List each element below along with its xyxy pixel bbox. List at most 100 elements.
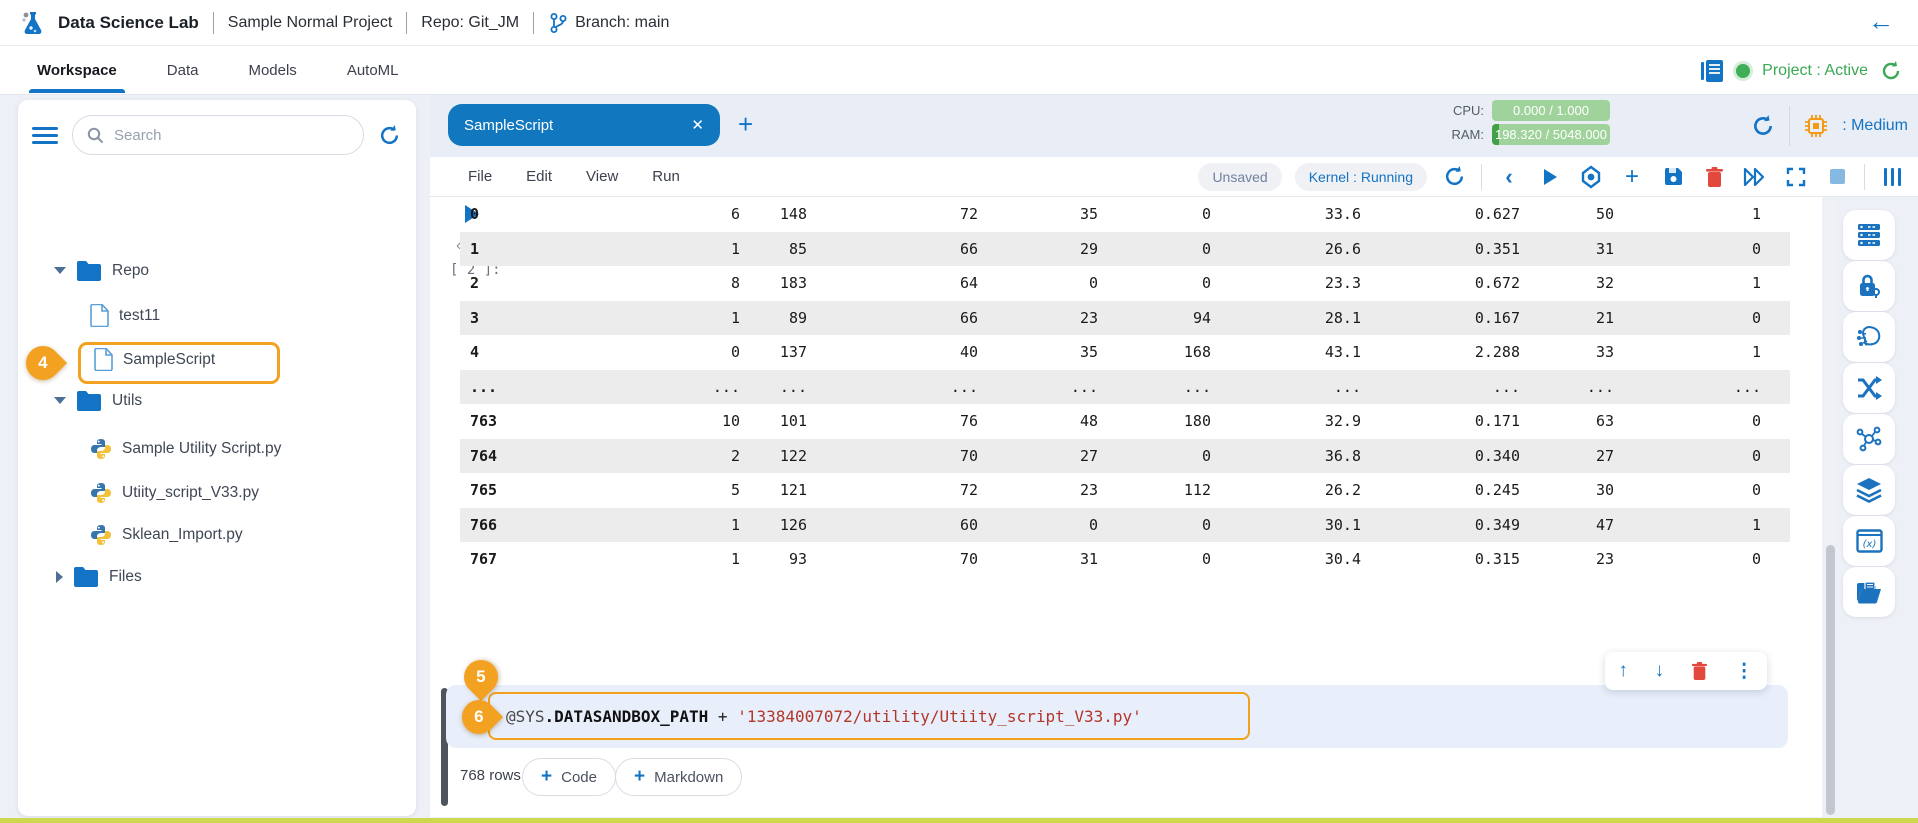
- table-cell: 0.340: [1361, 447, 1520, 465]
- code-highlight-box[interactable]: @SYS.DATASANDBOX_PATH + '13384007072/uti…: [488, 692, 1250, 740]
- nav-tab-data[interactable]: Data: [165, 48, 201, 93]
- tab-samplescript[interactable]: SampleScript ✕: [448, 104, 720, 146]
- network-graph-icon[interactable]: [1843, 414, 1895, 464]
- tree-file-test11[interactable]: test11: [90, 304, 160, 327]
- caret-right-icon[interactable]: [56, 571, 63, 583]
- tree-folder-files[interactable]: Files: [56, 566, 142, 587]
- kernel-status-badge[interactable]: Kernel : Running: [1295, 163, 1427, 191]
- server-rack-icon[interactable]: [1843, 210, 1895, 260]
- lock-key-icon[interactable]: [1843, 261, 1895, 311]
- resources-refresh-icon[interactable]: [1751, 114, 1775, 138]
- code-line[interactable]: @SYS.DATASANDBOX_PATH + '13384007072/uti…: [506, 707, 1142, 726]
- table-cell: 0: [1614, 447, 1761, 465]
- table-cell: 0: [1098, 240, 1211, 258]
- search-input[interactable]: [114, 127, 334, 144]
- tree-file-samplescript[interactable]: SampleScript: [94, 348, 215, 371]
- scrollbar-thumb[interactable]: [1826, 545, 1835, 815]
- table-cell: 35: [978, 343, 1098, 361]
- tree-folder-repo[interactable]: Repo: [54, 260, 149, 281]
- run-cell-icon[interactable]: [1536, 163, 1564, 191]
- table-cell: 126: [740, 516, 807, 534]
- tree-file-sample-utility[interactable]: Sample Utility Script.py: [90, 438, 281, 460]
- add-markdown-button[interactable]: + Markdown: [615, 758, 742, 796]
- table-cell: 1: [570, 309, 740, 327]
- folder-icon: [73, 566, 99, 587]
- move-cell-up-icon[interactable]: ↑: [1618, 660, 1628, 682]
- tree-folder-utils[interactable]: Utils: [54, 390, 142, 411]
- tree-file-sklean-import[interactable]: Sklean_Import.py: [90, 524, 243, 546]
- tab-close-icon[interactable]: ✕: [691, 116, 704, 134]
- run-all-icon[interactable]: [1741, 163, 1769, 191]
- tree-label[interactable]: SampleScript: [123, 351, 215, 369]
- menu-hamburger-icon[interactable]: [32, 123, 58, 148]
- header-divider: [213, 12, 214, 34]
- table-cell: ...: [740, 378, 807, 396]
- file-icon: [94, 348, 113, 371]
- fullscreen-icon[interactable]: [1782, 163, 1810, 191]
- save-notebook-icon[interactable]: [1659, 163, 1687, 191]
- cell-more-options-icon[interactable]: ⋮: [1735, 660, 1754, 683]
- caret-down-icon[interactable]: [54, 267, 66, 274]
- cpu-meter: 0.000 / 1.000: [1492, 100, 1610, 121]
- table-row: 76310101764818032.90.171630: [460, 404, 1790, 439]
- table-row: 061487235033.60.627501: [460, 197, 1790, 232]
- interrupt-target-icon[interactable]: [1577, 163, 1605, 191]
- caret-down-icon[interactable]: [54, 397, 66, 404]
- brain-circuit-icon[interactable]: [1843, 312, 1895, 362]
- panel-columns-icon[interactable]: [1878, 163, 1906, 191]
- menu-edit[interactable]: Edit: [526, 168, 552, 185]
- table-row-index: 766: [460, 516, 570, 534]
- top-header: Data Science Lab Sample Normal Project R…: [0, 0, 1918, 46]
- nav-tab-models[interactable]: Models: [246, 48, 298, 93]
- tree-label[interactable]: test11: [119, 307, 160, 325]
- delete-cell-icon[interactable]: [1700, 163, 1728, 191]
- move-cell-down-icon[interactable]: ↓: [1655, 660, 1665, 682]
- code-cell[interactable]: @SYS.DATASANDBOX_PATH + '13384007072/uti…: [446, 685, 1788, 748]
- layers-icon[interactable]: [1843, 465, 1895, 515]
- nav-tab-workspace[interactable]: Workspace: [35, 48, 119, 93]
- tree-file-utility-script-v33[interactable]: Utiity_script_V33.py: [90, 482, 259, 504]
- tree-label[interactable]: Utils: [112, 392, 142, 410]
- project-refresh-icon[interactable]: [1880, 60, 1902, 82]
- table-row: 7671937031030.40.315230: [460, 542, 1790, 577]
- resource-meters: CPU: 0.000 / 1.000 RAM: 198.320 / 5048.0…: [1452, 100, 1611, 145]
- table-cell: 0: [1098, 516, 1211, 534]
- table-row-index: 1: [460, 240, 570, 258]
- tree-label[interactable]: Repo: [112, 262, 149, 280]
- nav-tab-automl[interactable]: AutoML: [345, 48, 401, 93]
- right-tool-rail: (x): [1843, 210, 1895, 618]
- tree-label[interactable]: Sample Utility Script.py: [122, 440, 281, 458]
- menu-run[interactable]: Run: [652, 168, 680, 185]
- variable-explorer-icon[interactable]: (x): [1843, 516, 1895, 566]
- table-cell: 63: [1520, 412, 1614, 430]
- collapse-left-icon[interactable]: ‹: [1495, 163, 1523, 191]
- table-cell: 0: [570, 343, 740, 361]
- kernel-refresh-icon[interactable]: [1440, 163, 1468, 191]
- menu-view[interactable]: View: [586, 168, 618, 185]
- search-box[interactable]: [72, 115, 364, 155]
- tree-label[interactable]: Utiity_script_V33.py: [122, 484, 259, 502]
- stop-kernel-icon[interactable]: [1823, 163, 1851, 191]
- table-cell: 0.351: [1361, 240, 1520, 258]
- table-cell: ...: [978, 378, 1098, 396]
- new-tab-icon[interactable]: +: [738, 109, 753, 140]
- add-code-button[interactable]: + Code: [522, 758, 616, 796]
- explorer-refresh-icon[interactable]: [378, 124, 401, 147]
- divider: [1789, 106, 1790, 146]
- tree-label[interactable]: Files: [109, 568, 142, 586]
- divider: [1481, 164, 1482, 190]
- file-explorer-sidebar: Repo test11 SampleScript 4 Utils: [18, 100, 416, 816]
- file-browser-icon[interactable]: [1843, 567, 1895, 617]
- delete-cell-icon[interactable]: [1691, 661, 1708, 681]
- table-cell: 72: [807, 205, 978, 223]
- table-cell: 35: [978, 205, 1098, 223]
- table-cell: 0: [1098, 205, 1211, 223]
- tree-label[interactable]: Sklean_Import.py: [122, 526, 243, 544]
- project-log-icon[interactable]: [1700, 60, 1724, 82]
- add-cell-icon[interactable]: +: [1618, 163, 1646, 191]
- back-arrow-icon[interactable]: ←: [1868, 6, 1894, 37]
- code-token-string: '13384007072/utility/Utiity_script_V33.p…: [737, 707, 1142, 726]
- table-cell: ...: [1211, 378, 1361, 396]
- menu-file[interactable]: File: [468, 168, 492, 185]
- shuffle-icon[interactable]: [1843, 363, 1895, 413]
